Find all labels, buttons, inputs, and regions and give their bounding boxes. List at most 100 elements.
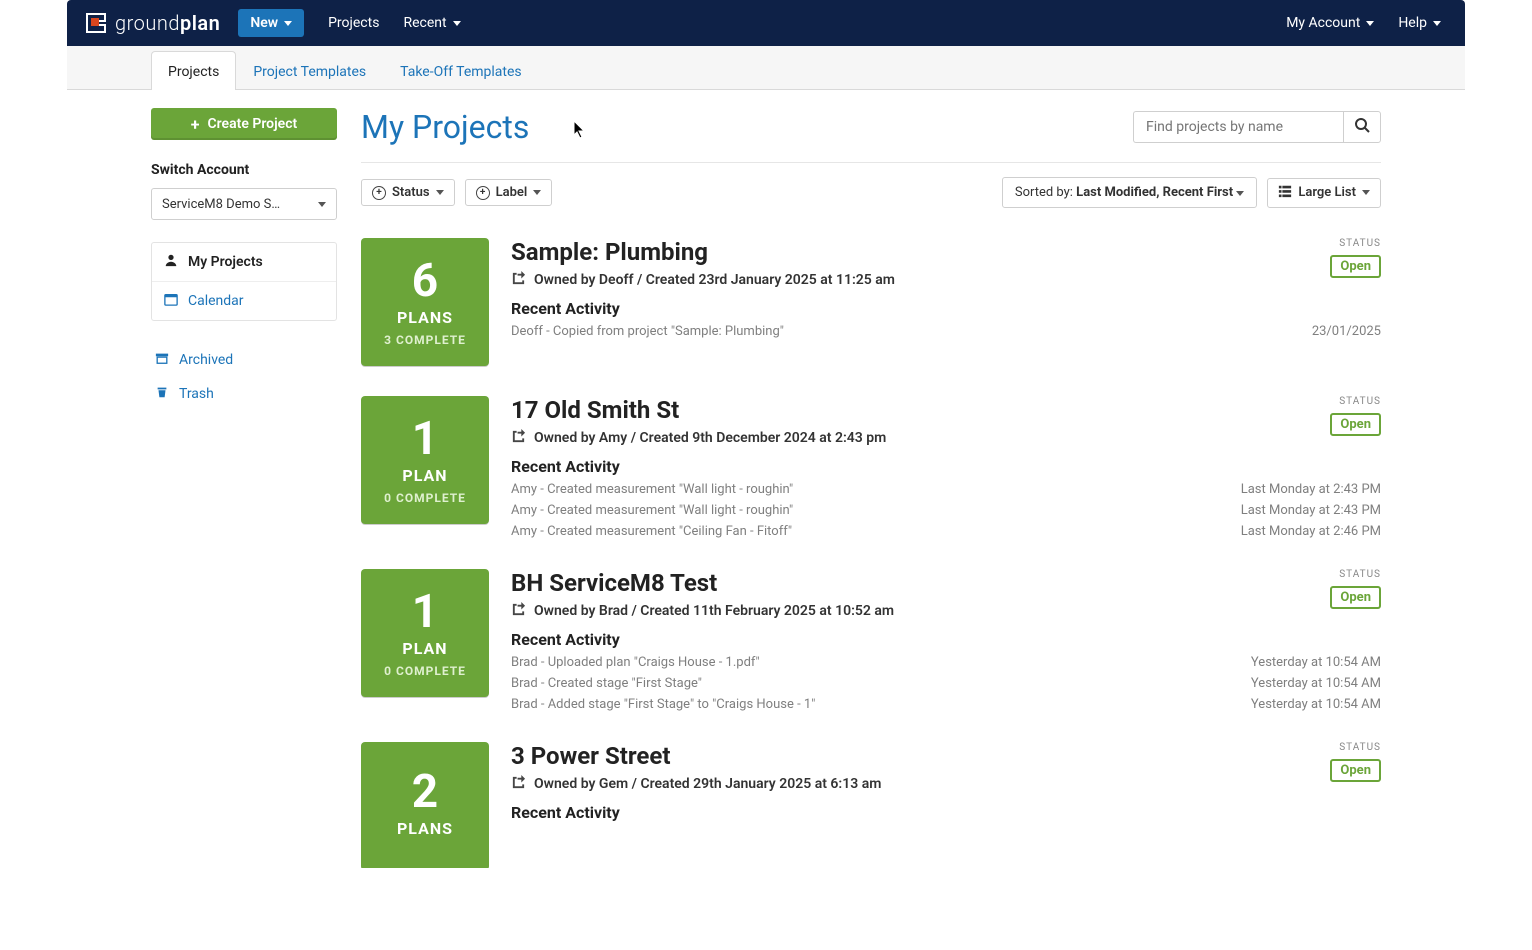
search-button[interactable] bbox=[1343, 111, 1381, 143]
project-card[interactable]: 1 PLAN 0 COMPLETE BH ServiceM8 Test Owne… bbox=[361, 569, 1381, 712]
caret-down-icon bbox=[318, 202, 326, 207]
logo-icon bbox=[85, 12, 107, 34]
project-card[interactable]: 6 PLANS 3 COMPLETE Sample: Plumbing Owne… bbox=[361, 238, 1381, 366]
plan-count: 1 bbox=[412, 416, 438, 462]
project-title: Sample: Plumbing bbox=[511, 238, 895, 266]
activity-text: Brad - Added stage "First Stage" to "Cra… bbox=[511, 697, 815, 712]
owned-by-text: Owned by Gem / Created 29th January 2025… bbox=[534, 776, 881, 792]
top-navbar: groundplan New Projects Recent My Accoun… bbox=[67, 0, 1465, 46]
plan-complete: 0 COMPLETE bbox=[384, 491, 466, 505]
activity-row: Amy - Created measurement "Ceiling Fan -… bbox=[511, 524, 1381, 539]
project-tile: 6 PLANS 3 COMPLETE bbox=[361, 238, 489, 366]
calendar-icon bbox=[164, 292, 178, 310]
activity-text: Amy - Created measurement "Wall light - … bbox=[511, 503, 793, 518]
activity-row: Brad - Uploaded plan "Craigs House - 1.p… bbox=[511, 655, 1381, 670]
activity-text: Brad - Created stage "First Stage" bbox=[511, 676, 702, 691]
status-label: STATUS bbox=[1330, 396, 1381, 407]
activity-time: Yesterday at 10:54 AM bbox=[1251, 676, 1381, 691]
activity-row: Amy - Created measurement "Wall light - … bbox=[511, 503, 1381, 518]
recent-activity-heading: Recent Activity bbox=[511, 630, 1381, 649]
activity-time: 23/01/2025 bbox=[1312, 324, 1381, 339]
project-tile: 1 PLAN 0 COMPLETE bbox=[361, 569, 489, 697]
sort-dropdown[interactable]: Sorted by: Last Modified, Recent First bbox=[1002, 177, 1258, 208]
activity-time: Yesterday at 10:54 AM bbox=[1251, 697, 1381, 712]
caret-down-icon bbox=[533, 190, 541, 195]
project-title: BH ServiceM8 Test bbox=[511, 569, 894, 597]
share-icon bbox=[511, 774, 526, 793]
caret-down-icon bbox=[453, 21, 461, 26]
caret-down-icon bbox=[1366, 21, 1374, 26]
filter-status[interactable]: + Status bbox=[361, 179, 455, 206]
activity-row: Amy - Created measurement "Wall light - … bbox=[511, 482, 1381, 497]
project-tile: 2 PLANS bbox=[361, 742, 489, 868]
caret-down-icon bbox=[284, 21, 292, 26]
status-label: STATUS bbox=[1330, 742, 1381, 753]
activity-text: Amy - Created measurement "Wall light - … bbox=[511, 482, 793, 497]
owned-by-text: Owned by Deoff / Created 23rd January 20… bbox=[534, 272, 895, 288]
tab-strip: Projects Project Templates Take-Off Temp… bbox=[67, 46, 1465, 90]
status-badge: Open bbox=[1330, 255, 1381, 278]
sidebar-item-archived[interactable]: Archived bbox=[151, 343, 337, 377]
activity-row: Deoff - Copied from project "Sample: Plu… bbox=[511, 324, 1381, 339]
tab-takeoff-templates[interactable]: Take-Off Templates bbox=[383, 51, 539, 90]
share-icon bbox=[511, 428, 526, 447]
plan-word: PLAN bbox=[402, 639, 447, 658]
plan-count: 2 bbox=[412, 769, 438, 815]
tab-project-templates[interactable]: Project Templates bbox=[236, 51, 383, 90]
recent-activity-heading: Recent Activity bbox=[511, 803, 1381, 822]
create-project-button[interactable]: + Create Project bbox=[151, 108, 337, 140]
activity-time: Last Monday at 2:43 PM bbox=[1241, 503, 1381, 518]
filter-label[interactable]: + Label bbox=[465, 179, 553, 206]
activity-time: Yesterday at 10:54 AM bbox=[1251, 655, 1381, 670]
project-title: 3 Power Street bbox=[511, 742, 881, 770]
caret-down-icon bbox=[1433, 21, 1441, 26]
nav-help-link[interactable]: Help bbox=[1386, 9, 1453, 37]
plan-count: 1 bbox=[412, 589, 438, 635]
share-icon bbox=[511, 270, 526, 289]
share-icon bbox=[511, 601, 526, 620]
account-selected-value: ServiceM8 Demo S… bbox=[162, 197, 280, 212]
activity-time: Last Monday at 2:43 PM bbox=[1241, 482, 1381, 497]
search-icon bbox=[1354, 117, 1370, 137]
project-tile: 1 PLAN 0 COMPLETE bbox=[361, 396, 489, 524]
sidebar-item-calendar[interactable]: Calendar bbox=[152, 282, 336, 320]
status-label: STATUS bbox=[1330, 238, 1381, 249]
plan-count: 6 bbox=[412, 258, 438, 304]
activity-row: Brad - Created stage "First Stage" Yester… bbox=[511, 676, 1381, 691]
status-badge: Open bbox=[1330, 759, 1381, 782]
switch-account-heading: Switch Account bbox=[151, 162, 337, 178]
activity-row: Brad - Added stage "First Stage" to "Cra… bbox=[511, 697, 1381, 712]
owned-by-text: Owned by Brad / Created 11th February 20… bbox=[534, 603, 894, 619]
nav-myaccount-link[interactable]: My Account bbox=[1274, 9, 1386, 37]
plan-word: PLAN bbox=[402, 466, 447, 485]
project-title: 17 Old Smith St bbox=[511, 396, 886, 424]
plus-icon: + bbox=[191, 115, 200, 134]
nav-projects-link[interactable]: Projects bbox=[316, 9, 391, 37]
caret-down-icon bbox=[436, 190, 444, 195]
logo-text: groundplan bbox=[115, 11, 220, 35]
sidebar-item-trash[interactable]: Trash bbox=[151, 377, 337, 411]
search-input[interactable] bbox=[1133, 111, 1343, 143]
activity-time: Last Monday at 2:46 PM bbox=[1241, 524, 1381, 539]
recent-activity-heading: Recent Activity bbox=[511, 457, 1381, 476]
tab-projects[interactable]: Projects bbox=[151, 51, 236, 90]
project-card[interactable]: 1 PLAN 0 COMPLETE 17 Old Smith St Owned … bbox=[361, 396, 1381, 539]
recent-activity-heading: Recent Activity bbox=[511, 299, 1381, 318]
sidebar: + Create Project Switch Account ServiceM… bbox=[151, 108, 337, 868]
caret-down-icon bbox=[1236, 191, 1244, 196]
owned-by-text: Owned by Amy / Created 9th December 2024… bbox=[534, 430, 886, 446]
view-mode-dropdown[interactable]: Large List bbox=[1267, 178, 1381, 208]
sidebar-item-my-projects[interactable]: My Projects bbox=[152, 243, 336, 281]
list-icon bbox=[1278, 184, 1292, 202]
project-card[interactable]: 2 PLANS 3 Power Street Owned by Gem / Cr… bbox=[361, 742, 1381, 868]
nav-recent-link[interactable]: Recent bbox=[391, 9, 472, 37]
app-logo[interactable]: groundplan bbox=[79, 11, 220, 35]
nav-new-button[interactable]: New bbox=[238, 9, 304, 37]
activity-text: Deoff - Copied from project "Sample: Plu… bbox=[511, 324, 784, 339]
archive-icon bbox=[155, 351, 169, 369]
status-badge: Open bbox=[1330, 586, 1381, 609]
trash-icon bbox=[155, 385, 169, 403]
plan-complete: 3 COMPLETE bbox=[384, 333, 466, 347]
status-badge: Open bbox=[1330, 413, 1381, 436]
account-selector[interactable]: ServiceM8 Demo S… bbox=[151, 188, 337, 220]
